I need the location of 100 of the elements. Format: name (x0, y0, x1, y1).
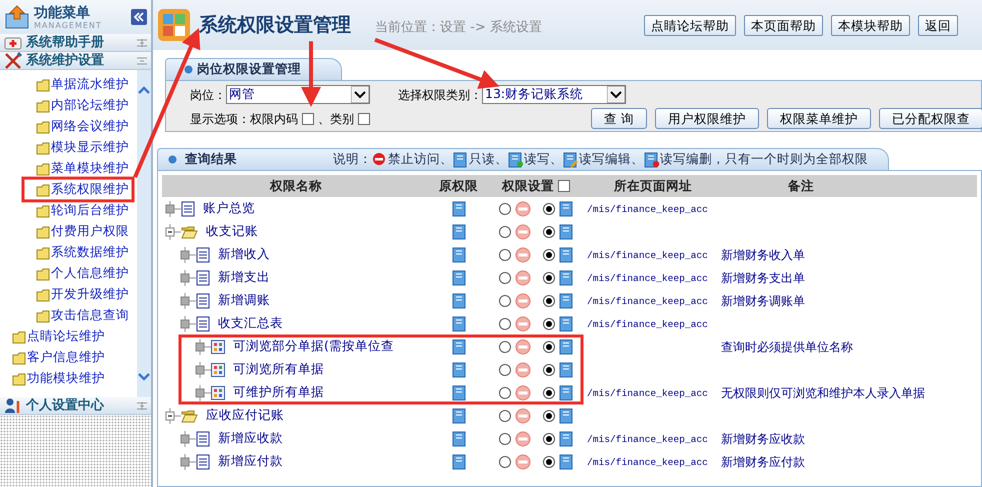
book-icon (452, 270, 466, 286)
module-icon (211, 340, 225, 354)
deny-icon (515, 362, 531, 378)
menu-item[interactable]: 功能模块维护 (27, 369, 105, 388)
url-text: /mis/finance_keep_acc (587, 250, 708, 262)
radio-button[interactable] (499, 364, 511, 376)
radio-button[interactable] (499, 318, 511, 330)
radio-button[interactable] (499, 340, 511, 352)
folder-icon (36, 266, 51, 280)
help-button[interactable]: 本页面帮助 (744, 14, 823, 36)
radio-button[interactable] (543, 248, 555, 260)
expand-toggle-icon[interactable] (137, 402, 147, 410)
radio-button[interactable] (543, 272, 555, 284)
radio-button[interactable] (499, 202, 511, 214)
document-icon (181, 200, 195, 216)
tree-node-icon (180, 316, 196, 332)
scroll-down-icon[interactable] (138, 373, 150, 381)
radio-button[interactable] (543, 364, 555, 376)
menu-item[interactable]: 轮询后台维护 (51, 201, 129, 220)
menu-item[interactable]: 网络会议维护 (51, 117, 129, 136)
dropdown[interactable]: 网管 (226, 85, 370, 104)
radio-button[interactable] (543, 386, 555, 398)
radio-button[interactable] (543, 294, 555, 306)
action-button[interactable]: 用户权限维护 (655, 108, 759, 129)
legend-text: 禁止访问、 (388, 150, 453, 168)
menu-item[interactable]: 客户信息维护 (27, 348, 105, 367)
book-icon (559, 246, 573, 262)
legend-text: 读写、 (524, 150, 563, 168)
menu-item[interactable]: 开发升级维护 (51, 285, 129, 304)
action-button[interactable]: 已分配权限查 (879, 108, 982, 129)
module-icon (211, 386, 225, 400)
book-icon (452, 316, 466, 332)
folder-icon (12, 350, 27, 364)
scrollbar[interactable] (137, 70, 151, 397)
menu-item[interactable]: 系统数据维护 (51, 243, 129, 262)
collapse-toggle-icon[interactable] (137, 56, 147, 64)
radio-button[interactable] (543, 226, 555, 238)
radio-button[interactable] (499, 456, 511, 468)
document-icon (196, 430, 210, 446)
checkbox[interactable] (302, 112, 314, 124)
menu-item[interactable]: 模块显示维护 (51, 138, 129, 157)
tree-node-icon (180, 430, 196, 446)
radio-button[interactable] (499, 226, 511, 238)
scroll-up-icon[interactable] (138, 86, 150, 94)
radio-button[interactable] (543, 340, 555, 352)
legend-icon (453, 152, 469, 168)
book-icon (559, 224, 573, 240)
book-icon (452, 384, 466, 400)
menu-item[interactable]: 系统权限维护 (51, 180, 129, 199)
note-text: 新增财务支出单 (721, 270, 805, 284)
folder-icon (36, 140, 51, 154)
radio-button[interactable] (543, 202, 555, 214)
action-button[interactable]: 查 询 (591, 108, 647, 129)
collapse-icon[interactable] (131, 9, 147, 25)
radio-button[interactable] (499, 248, 511, 260)
menu-section[interactable]: 系统维护设置 (0, 52, 151, 70)
expand-toggle-icon[interactable] (137, 38, 147, 46)
legend-icon (563, 152, 579, 168)
menu-item[interactable]: 付费用户权限 (51, 222, 129, 241)
radio-button[interactable] (543, 432, 555, 444)
section-icon (4, 397, 22, 414)
folder-icon (181, 408, 198, 422)
option-label: 权限内码 (250, 110, 298, 128)
menu-item[interactable]: 个人信息维护 (51, 264, 129, 283)
radio-button[interactable] (543, 410, 555, 422)
help-button[interactable]: 本模块帮助 (831, 14, 910, 36)
document-icon (196, 270, 210, 286)
tree-node-icon (180, 454, 196, 470)
help-button[interactable]: 点睛论坛帮助 (644, 14, 736, 36)
permission-name: 新增调账 (218, 291, 270, 310)
radio-button[interactable] (543, 318, 555, 330)
permission-name: 新增支出 (218, 268, 270, 286)
legend-icon (372, 152, 388, 168)
book-icon (452, 200, 466, 216)
action-button[interactable]: 权限菜单维护 (767, 108, 871, 129)
radio-button[interactable] (499, 272, 511, 284)
book-icon (452, 292, 466, 308)
menu-item[interactable]: 攻击信息查询 (51, 306, 129, 325)
menu-item[interactable]: 单据流水维护 (51, 75, 129, 94)
menu-item[interactable]: 内部论坛维护 (51, 96, 129, 115)
checkbox[interactable] (558, 180, 570, 192)
radio-button[interactable] (499, 294, 511, 306)
deny-icon (515, 338, 531, 354)
dropdown[interactable]: 13:财务记账系统 (482, 85, 626, 104)
checkbox[interactable] (358, 112, 370, 124)
note-text: 新增财务应收款 (721, 432, 805, 446)
legend-icon (508, 152, 524, 168)
book-icon (452, 246, 466, 262)
menu-item[interactable]: 菜单模块维护 (51, 159, 129, 178)
radio-button[interactable] (499, 410, 511, 422)
radio-button[interactable] (499, 432, 511, 444)
menu-item[interactable]: 点睛论坛维护 (27, 327, 105, 346)
folder-icon (36, 120, 51, 134)
document-icon (196, 246, 210, 262)
help-button[interactable]: 返回 (918, 14, 958, 36)
menu-section[interactable]: 个人设置中心 (0, 397, 151, 415)
folder-icon (181, 224, 198, 238)
radio-button[interactable] (543, 456, 555, 468)
menu-section[interactable]: 系统帮助手册 (0, 34, 151, 52)
radio-button[interactable] (499, 386, 511, 398)
